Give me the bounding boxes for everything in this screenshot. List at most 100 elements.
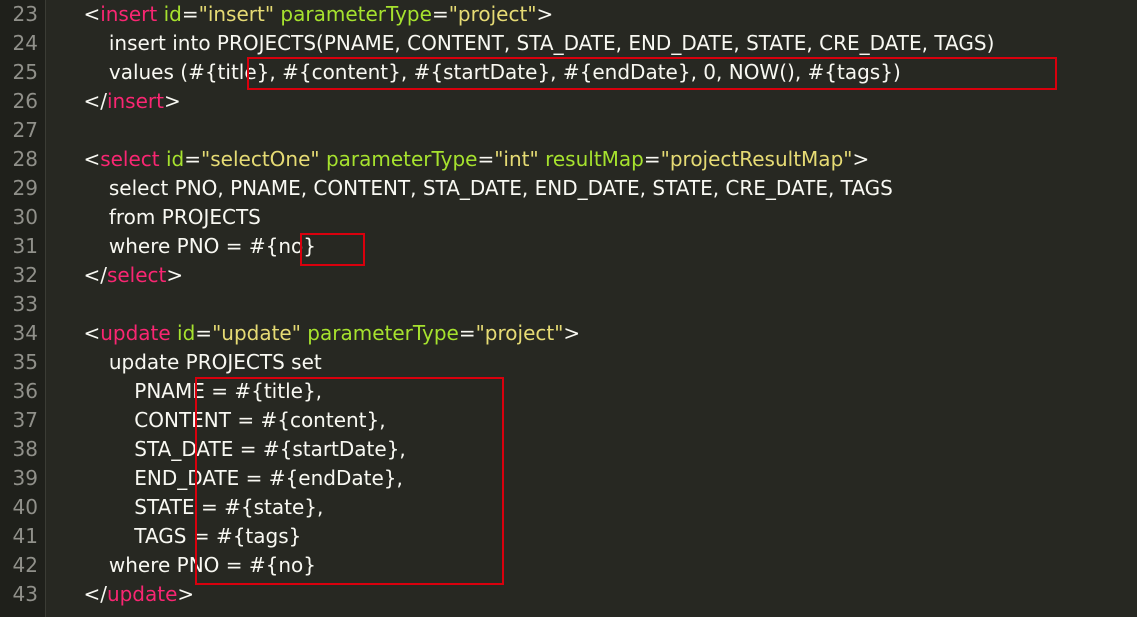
code-token: "update"	[212, 321, 301, 345]
code-token: "projectResultMap"	[660, 147, 853, 171]
code-line[interactable]: 28 <select id="selectOne" parameterType=…	[0, 145, 1137, 174]
code-token: STA_DATE = #{startDate},	[58, 437, 406, 461]
line-number: 23	[12, 2, 38, 26]
code-text: select PNO, PNAME, CONTENT, STA_DATE, EN…	[58, 174, 893, 203]
code-token: insert	[100, 2, 158, 26]
code-line[interactable]: 39 END_DATE = #{endDate},	[0, 464, 1137, 493]
line-number: 34	[12, 321, 38, 345]
code-line[interactable]: 26 </insert>	[0, 87, 1137, 116]
code-token: parameterType	[280, 2, 432, 26]
code-text: STA_DATE = #{startDate},	[58, 435, 406, 464]
code-token: =	[184, 147, 202, 171]
line-number: 43	[12, 582, 38, 606]
code-token: PNAME = #{title},	[58, 379, 323, 403]
code-text: END_DATE = #{endDate},	[58, 464, 403, 493]
line-number: 38	[12, 437, 38, 461]
line-number: 32	[12, 263, 38, 287]
code-text: PNAME = #{title},	[58, 377, 322, 406]
code-text: TAGS = #{tags}	[58, 522, 301, 551]
code-line[interactable]: 33	[0, 290, 1137, 319]
code-token: values (#{title}, #{content}, #{startDat…	[58, 60, 901, 84]
code-text: <update id="update" parameterType="proje…	[58, 319, 580, 348]
code-token: id	[166, 147, 185, 171]
code-text: where PNO = #{no}	[58, 232, 316, 261]
code-line[interactable]: 41 TAGS = #{tags}	[0, 522, 1137, 551]
code-text: </update>	[58, 580, 194, 609]
code-token: =	[195, 321, 213, 345]
code-line[interactable]: 27	[0, 116, 1137, 145]
code-line[interactable]: 38 STA_DATE = #{startDate},	[0, 435, 1137, 464]
code-text: from PROJECTS	[58, 203, 261, 232]
code-token: END_DATE = #{endDate},	[58, 466, 403, 490]
code-token: insert into PROJECTS(PNAME, CONTENT, STA…	[58, 31, 995, 55]
code-line[interactable]: 34 <update id="update" parameterType="pr…	[0, 319, 1137, 348]
code-text: where PNO = #{no}	[58, 551, 316, 580]
code-token: </	[83, 582, 107, 606]
code-line[interactable]: 40 STATE = #{state},	[0, 493, 1137, 522]
code-line[interactable]: 24 insert into PROJECTS(PNAME, CONTENT, …	[0, 29, 1137, 58]
code-token: resultMap	[545, 147, 644, 171]
code-line[interactable]: 36 PNAME = #{title},	[0, 377, 1137, 406]
code-line[interactable]: 37 CONTENT = #{content},	[0, 406, 1137, 435]
code-token: >	[852, 147, 870, 171]
code-token: select	[100, 147, 160, 171]
code-text: CONTENT = #{content},	[58, 406, 386, 435]
code-token: "selectOne"	[201, 147, 320, 171]
line-number: 24	[12, 31, 38, 55]
code-line[interactable]: 31 where PNO = #{no}	[0, 232, 1137, 261]
code-token: update	[106, 582, 178, 606]
code-token: STATE = #{state},	[58, 495, 324, 519]
line-number: 29	[12, 176, 38, 200]
line-number: 35	[12, 350, 38, 374]
code-text: <insert id="insert" parameterType="proje…	[58, 0, 553, 29]
code-token: >	[163, 89, 181, 113]
line-number: 31	[12, 234, 38, 258]
code-line[interactable]: 42 where PNO = #{no}	[0, 551, 1137, 580]
code-token: =	[431, 2, 449, 26]
code-line[interactable]: 43 </update>	[0, 580, 1137, 609]
code-token: "insert"	[198, 2, 275, 26]
line-number: 40	[12, 495, 38, 519]
code-token: >	[166, 263, 184, 287]
code-token: >	[563, 321, 581, 345]
code-token: parameterType	[325, 147, 478, 171]
line-number: 26	[12, 89, 38, 113]
code-line[interactable]: 32 </select>	[0, 261, 1137, 290]
line-number: 36	[12, 379, 38, 403]
line-number: 39	[12, 466, 38, 490]
code-token: >	[536, 2, 554, 26]
code-token: where PNO = #{no}	[58, 234, 316, 258]
code-editor[interactable]: 23 <insert id="insert" parameterType="pr…	[0, 0, 1137, 617]
line-number: 28	[12, 147, 38, 171]
line-number: 27	[12, 118, 38, 142]
code-token: update PROJECTS set	[58, 350, 322, 374]
code-token: =	[181, 2, 199, 26]
code-text: values (#{title}, #{content}, #{startDat…	[58, 58, 901, 87]
code-token: from PROJECTS	[58, 205, 261, 229]
code-token: <	[83, 147, 101, 171]
code-line[interactable]: 23 <insert id="insert" parameterType="pr…	[0, 0, 1137, 29]
code-token: "int"	[494, 147, 539, 171]
code-line[interactable]: 30 from PROJECTS	[0, 203, 1137, 232]
code-line[interactable]: 35 update PROJECTS set	[0, 348, 1137, 377]
code-line[interactable]: 29 select PNO, PNAME, CONTENT, STA_DATE,…	[0, 174, 1137, 203]
code-token: "project"	[448, 2, 537, 26]
code-token: id	[163, 2, 182, 26]
line-number: 42	[12, 553, 38, 577]
code-token: <	[83, 321, 101, 345]
code-token: </	[83, 263, 107, 287]
code-line[interactable]: 25 values (#{title}, #{content}, #{start…	[0, 58, 1137, 87]
code-token: =	[643, 147, 661, 171]
code-token: update	[100, 321, 171, 345]
code-token: select	[106, 263, 167, 287]
line-number: 41	[12, 524, 38, 548]
code-text: </insert>	[58, 87, 181, 116]
line-number: 30	[12, 205, 38, 229]
code-token: =	[477, 147, 495, 171]
code-token: CONTENT = #{content},	[58, 408, 386, 432]
